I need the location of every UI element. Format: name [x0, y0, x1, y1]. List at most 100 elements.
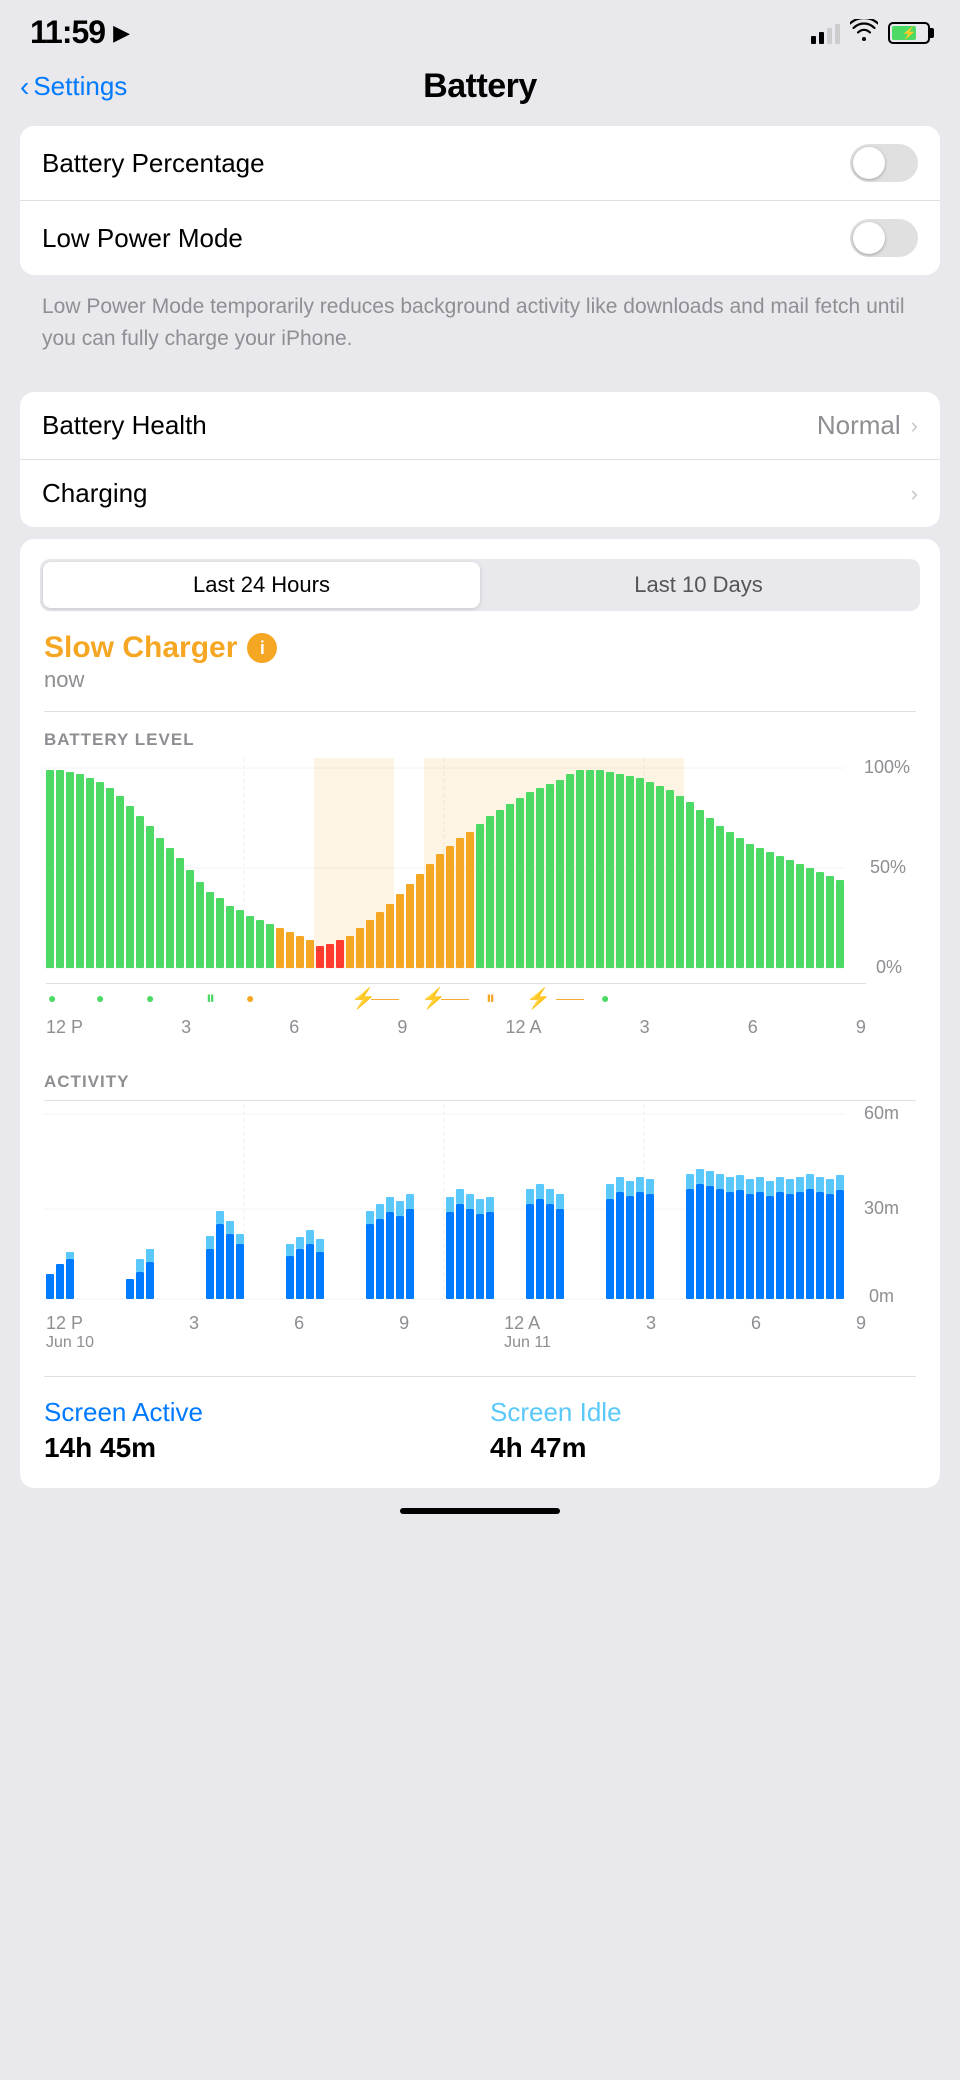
svg-text:50%: 50%	[870, 857, 906, 877]
info-badge[interactable]: i	[247, 633, 277, 663]
screen-idle-value: 4h 47m	[490, 1432, 916, 1464]
activity-chart-svg: 60m 30m 0m	[44, 1104, 914, 1304]
slow-charge-dash-2: ——	[441, 990, 469, 1006]
x-label-9p: 9	[856, 1017, 866, 1038]
low-power-mode-label: Low Power Mode	[42, 223, 243, 254]
charge-dot-2: ●	[96, 990, 104, 1006]
act-date-jun10: Jun 10	[46, 1334, 94, 1352]
battery-chart-title: BATTERY LEVEL	[44, 720, 916, 750]
screen-active-item[interactable]: Screen Active 14h 45m	[44, 1397, 470, 1464]
status-icons: ⚡	[811, 19, 930, 47]
charge-dot-3: ●	[146, 990, 154, 1006]
settings-card-top: Battery Percentage Low Power Mode	[20, 126, 940, 275]
screen-active-label: Screen Active	[44, 1397, 470, 1428]
nav-header: ‹ Settings Battery	[0, 59, 960, 126]
act-x-label-9a: 9	[399, 1313, 409, 1352]
toggle-thumb-2	[853, 222, 885, 254]
signal-bar-3	[827, 28, 832, 44]
battery-chart-section: BATTERY LEVEL	[20, 720, 940, 1369]
x-label-12n: 12 A	[506, 1017, 542, 1038]
svg-text:0m: 0m	[869, 1286, 894, 1304]
x-label-3a: 3	[181, 1017, 191, 1038]
battery-health-label: Battery Health	[42, 410, 207, 441]
low-power-mode-row[interactable]: Low Power Mode	[20, 201, 940, 275]
slow-charger-row: Slow Charger i	[44, 631, 916, 665]
act-date-jun11: Jun 11	[504, 1334, 551, 1352]
battery-icon: ⚡	[888, 22, 930, 44]
battery-health-value: Normal	[817, 410, 901, 441]
home-indicator	[0, 1488, 960, 1524]
tab-switcher: Last 24 Hours Last 10 Days	[40, 559, 920, 611]
charging-label: Charging	[42, 478, 148, 509]
x-label-3p: 3	[640, 1017, 650, 1038]
back-button[interactable]: ‹ Settings	[20, 71, 127, 102]
tab-last-24-hours[interactable]: Last 24 Hours	[43, 562, 480, 608]
charge-dot-1: ●	[48, 990, 56, 1006]
chart-card-bottom-padding	[20, 1472, 940, 1488]
battery-percentage-label: Battery Percentage	[42, 148, 265, 179]
divider	[44, 711, 916, 712]
signal-bar-4	[835, 24, 840, 44]
charging-right: ›	[911, 481, 918, 507]
back-chevron-icon: ‹	[20, 73, 29, 101]
tab-last-10-days[interactable]: Last 10 Days	[480, 562, 917, 608]
activity-chart-top-border	[44, 1100, 916, 1101]
battery-bolt: ⚡	[902, 26, 917, 40]
signal-bar-2	[819, 32, 824, 44]
act-x-label-6p: 6	[751, 1313, 761, 1352]
slow-charge-dash: ——	[371, 990, 399, 1006]
signal-bar-1	[811, 36, 816, 44]
chart-card: Last 24 Hours Last 10 Days Slow Charger …	[20, 539, 940, 1488]
wifi-icon	[850, 19, 878, 47]
status-time: 11:59	[30, 14, 105, 51]
status-bar: 11:59 ▶ ⚡	[0, 0, 960, 59]
screen-active-value: 14h 45m	[44, 1432, 470, 1464]
x-label-6p: 6	[748, 1017, 758, 1038]
svg-text:0%: 0%	[876, 957, 902, 977]
act-x-label-3a: 3	[189, 1313, 199, 1352]
charging-row[interactable]: Charging ›	[20, 460, 940, 527]
battery-chart-wrapper: 100% 50% 0% ● ● ● ⏸ ● ⚡ —— ⚡ —— ⏸ ⚡ —— ●	[44, 758, 916, 1038]
battery-chart-svg: 100% 50% 0%	[44, 758, 914, 978]
battery-health-row[interactable]: Battery Health Normal ›	[20, 392, 940, 460]
battery-percentage-row[interactable]: Battery Percentage	[20, 126, 940, 201]
charging-chevron: ›	[911, 481, 918, 507]
act-x-label-9p: 9	[856, 1313, 866, 1352]
act-x-label-12n: 12 A	[504, 1313, 551, 1334]
back-label: Settings	[33, 71, 127, 102]
charge-dot-4: ●	[246, 990, 254, 1006]
charge-pause-1: ⏸	[206, 988, 215, 1009]
battery-health-right: Normal ›	[817, 410, 918, 441]
settings-card-health: Battery Health Normal › Charging ›	[20, 392, 940, 527]
slow-charge-dash-3: ——	[556, 990, 584, 1006]
battery-fill: ⚡	[892, 26, 916, 40]
screen-section: Screen Active 14h 45m Screen Idle 4h 47m	[20, 1377, 940, 1472]
screen-idle-label: Screen Idle	[490, 1397, 916, 1428]
charge-dot-5: ●	[601, 990, 609, 1006]
location-icon: ▶	[113, 20, 130, 46]
low-power-description: Low Power Mode temporarily reduces backg…	[20, 283, 940, 372]
x-label-12p: 12 P	[46, 1017, 83, 1038]
x-label-9a: 9	[397, 1017, 407, 1038]
act-x-label-12p: 12 P	[46, 1313, 94, 1334]
battery-health-chevron: ›	[911, 413, 918, 439]
low-power-mode-toggle[interactable]	[850, 219, 918, 257]
toggle-thumb	[853, 147, 885, 179]
battery-chart-x-labels: 12 P 3 6 9 12 A 3 6 9	[44, 1013, 916, 1038]
slow-charger-section: Slow Charger i now	[20, 627, 940, 703]
slow-charger-time: now	[44, 667, 84, 692]
activity-chart-title: ACTIVITY	[44, 1062, 916, 1092]
slow-charge-bolt-3: ⚡	[526, 986, 551, 1011]
charging-indicators: ● ● ● ⏸ ● ⚡ —— ⚡ —— ⏸ ⚡ —— ●	[46, 983, 866, 1013]
screen-idle-item[interactable]: Screen Idle 4h 47m	[490, 1397, 916, 1464]
slow-charge-pause: ⏸	[486, 988, 495, 1009]
page-title: Battery	[423, 67, 537, 106]
svg-text:100%: 100%	[864, 758, 910, 777]
x-label-6a: 6	[289, 1017, 299, 1038]
battery-percentage-toggle[interactable]	[850, 144, 918, 182]
svg-text:60m: 60m	[864, 1104, 899, 1123]
signal-bars	[811, 22, 840, 44]
svg-text:30m: 30m	[864, 1198, 899, 1218]
slow-charger-label: Slow Charger	[44, 631, 237, 665]
home-bar	[400, 1508, 560, 1514]
